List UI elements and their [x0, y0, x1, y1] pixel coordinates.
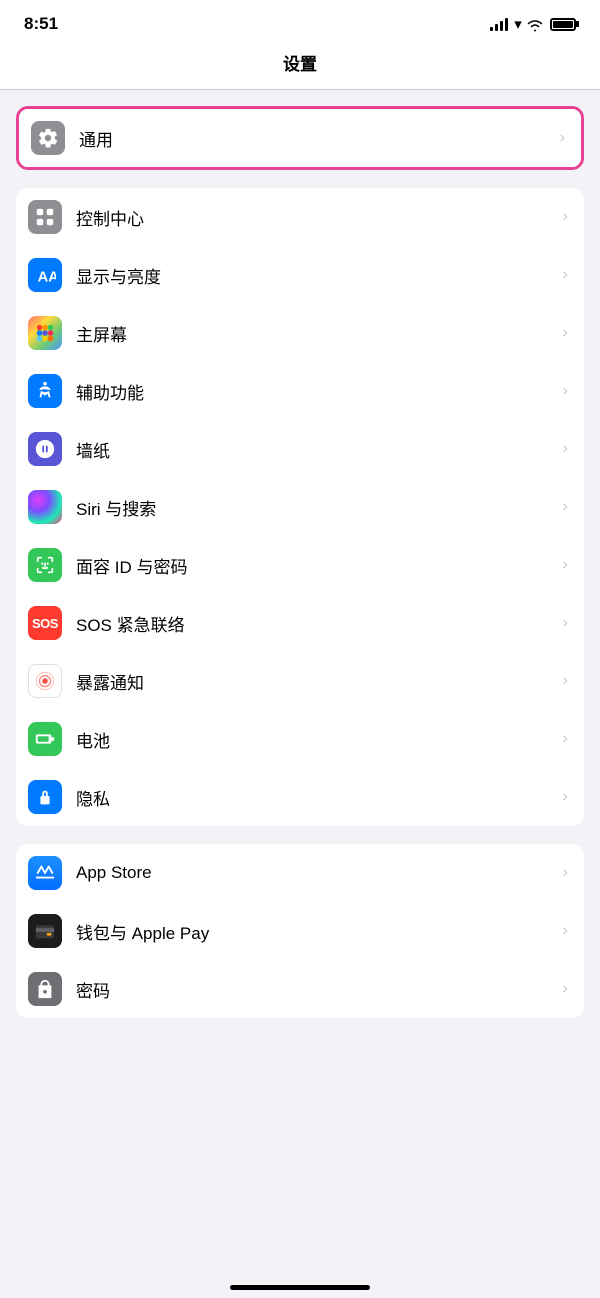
wallpaper-icon [28, 432, 62, 466]
password-label: 密码 [76, 977, 563, 1002]
faceid-label: 面容 ID 与密码 [76, 553, 563, 578]
faceid-icon [28, 548, 62, 582]
page-title: 设置 [283, 55, 317, 74]
wallpaper-chevron: › [563, 440, 568, 458]
siri-icon [28, 490, 62, 524]
wallet-icon [28, 914, 62, 948]
homescreen-label: 主屏幕 [76, 321, 563, 346]
accessibility-chevron: › [563, 382, 568, 400]
privacy-label: 隐私 [76, 785, 563, 810]
general-label: 通用 [79, 126, 560, 151]
accessibility-label: 辅助功能 [76, 379, 563, 404]
battery-label: 电池 [76, 727, 563, 752]
settings-item-appstore[interactable]: App Store › [16, 844, 584, 902]
appstore-chevron: › [563, 864, 568, 882]
control-center-chevron: › [563, 208, 568, 226]
settings-item-display[interactable]: AA 显示与亮度 › [16, 246, 584, 304]
settings-group-apps: App Store › 钱包与 Apple Pay › 密码 › [16, 844, 584, 1018]
homescreen-chevron: › [563, 324, 568, 342]
settings-item-general[interactable]: 通用 › [19, 109, 581, 167]
siri-label: Siri 与搜索 [76, 495, 563, 520]
wallpaper-label: 墙纸 [76, 437, 563, 462]
wallet-chevron: › [563, 922, 568, 940]
settings-item-siri[interactable]: Siri 与搜索 › [16, 478, 584, 536]
svg-text:AA: AA [38, 269, 56, 285]
password-chevron: › [563, 980, 568, 998]
faceid-chevron: › [563, 556, 568, 574]
settings-item-password[interactable]: 密码 › [16, 960, 584, 1018]
privacy-icon [28, 780, 62, 814]
wallet-label: 钱包与 Apple Pay [76, 919, 563, 944]
exposure-icon [28, 664, 62, 698]
settings-item-homescreen[interactable]: 主屏幕 › [16, 304, 584, 362]
accessibility-icon [28, 374, 62, 408]
control-center-icon [28, 200, 62, 234]
control-center-label: 控制中心 [76, 205, 563, 230]
settings-item-wallet[interactable]: 钱包与 Apple Pay › [16, 902, 584, 960]
battery-icon [550, 18, 576, 31]
appstore-label: App Store [76, 863, 563, 883]
settings-item-faceid[interactable]: 面容 ID 与密码 › [16, 536, 584, 594]
battery-settings-icon [28, 722, 62, 756]
settings-item-sos[interactable]: SOS SOS 紧急联络 › [16, 594, 584, 652]
password-icon [28, 972, 62, 1006]
wifi-icon: ▾ [514, 15, 544, 33]
exposure-chevron: › [563, 672, 568, 690]
general-icon [31, 121, 65, 155]
settings-item-battery[interactable]: 电池 › [16, 710, 584, 768]
status-time: 8:51 [24, 14, 58, 34]
display-icon: AA [28, 258, 62, 292]
sos-icon: SOS [28, 606, 62, 640]
display-chevron: › [563, 266, 568, 284]
appstore-icon [28, 856, 62, 890]
sos-label: SOS 紧急联络 [76, 611, 563, 636]
settings-item-control-center[interactable]: 控制中心 › [16, 188, 584, 246]
settings-item-exposure[interactable]: 暴露通知 › [16, 652, 584, 710]
settings-item-wallpaper[interactable]: 墙纸 › [16, 420, 584, 478]
status-icons: ▾ [490, 15, 576, 33]
display-label: 显示与亮度 [76, 263, 563, 288]
signal-icon [490, 17, 508, 31]
homescreen-icon [28, 316, 62, 350]
settings-item-accessibility[interactable]: 辅助功能 › [16, 362, 584, 420]
general-chevron: › [560, 129, 565, 147]
page-title-bar: 设置 [0, 42, 600, 90]
home-indicator [230, 1285, 370, 1290]
battery-chevron: › [563, 730, 568, 748]
siri-chevron: › [563, 498, 568, 516]
settings-group-main: 控制中心 › AA 显示与亮度 › 主屏幕 › [16, 188, 584, 826]
status-bar: 8:51 ▾ [0, 0, 600, 42]
exposure-label: 暴露通知 [76, 669, 563, 694]
settings-item-privacy[interactable]: 隐私 › [16, 768, 584, 826]
privacy-chevron: › [563, 788, 568, 806]
sos-chevron: › [563, 614, 568, 632]
settings-group-general: 通用 › [16, 106, 584, 170]
